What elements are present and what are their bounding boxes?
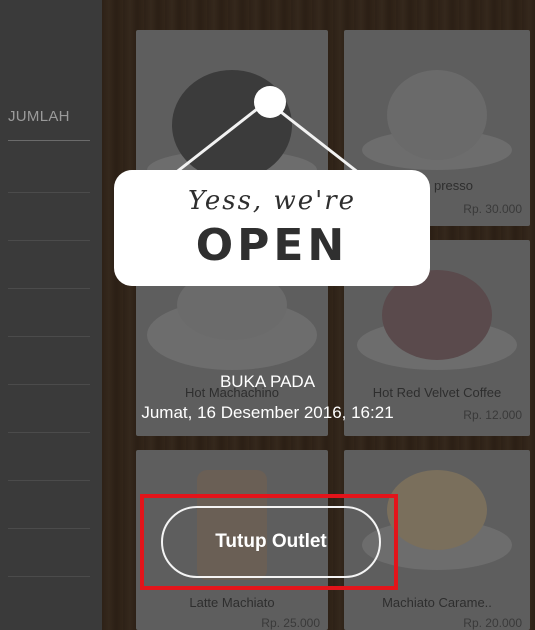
menu-item-name: presso — [434, 178, 474, 193]
sign-open-text: OPEN — [195, 220, 349, 271]
open-since-datetime: Jumat, 16 Desember 2016, 16:21 — [141, 403, 394, 422]
caramel-cup-image — [387, 470, 487, 550]
row-divider — [8, 480, 90, 481]
sign-nail-icon — [254, 86, 286, 118]
row-divider — [8, 240, 90, 241]
menu-item-name: Latte Machiato — [189, 595, 275, 610]
row-divider — [8, 432, 90, 433]
row-divider — [8, 192, 90, 193]
menu-item-price: Rp. 20.000 — [463, 616, 522, 630]
espresso-cup-image — [387, 70, 487, 160]
sign-script-text: Yess, we're — [187, 186, 357, 216]
row-divider — [8, 336, 90, 337]
header-divider — [8, 140, 90, 141]
menu-item-price: Rp. 25.000 — [261, 616, 320, 630]
close-outlet-button[interactable]: Tutup Outlet — [161, 506, 381, 578]
open-since-label: BUKA PADA — [219, 372, 316, 391]
row-divider — [8, 528, 90, 529]
menu-item-price: Rp. 30.000 — [463, 202, 522, 216]
order-panel: JUMLAH — [0, 0, 103, 630]
sign-board: Yess, we're OPEN — [114, 170, 430, 286]
row-divider — [8, 576, 90, 577]
menu-item-name: Machiato Carame.. — [382, 595, 492, 610]
quantity-column-header: JUMLAH — [8, 108, 70, 125]
row-divider — [8, 288, 90, 289]
